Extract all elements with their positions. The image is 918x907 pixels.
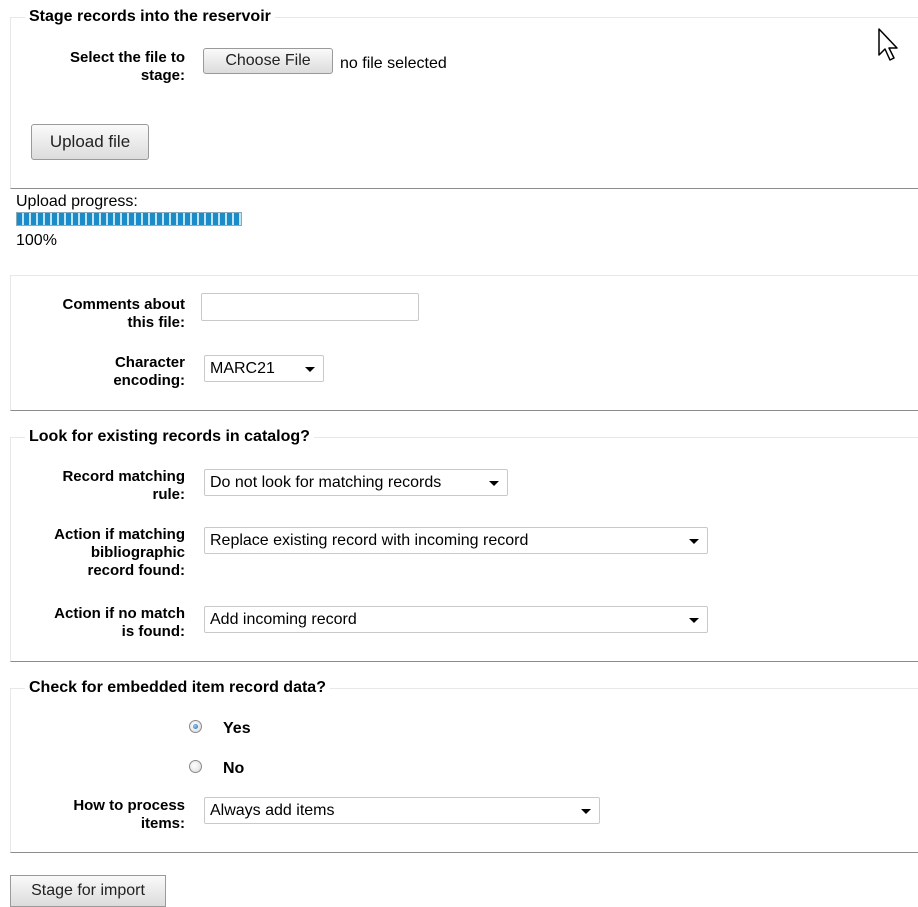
items-fieldset: Check for embedded item record data? Yes… — [10, 679, 918, 853]
chevron-down-icon — [689, 618, 699, 623]
items-legend: Check for embedded item record data? — [25, 679, 330, 697]
mouse-pointer-icon — [878, 28, 898, 61]
process-items-value: Always add items — [210, 802, 335, 819]
upload-progress-bar — [16, 212, 242, 226]
yes-radio-label: Yes — [223, 720, 251, 737]
file-status-text: no file selected — [340, 55, 447, 72]
no-radio-label: No — [223, 760, 245, 777]
chevron-down-icon — [305, 367, 315, 372]
encoding-select[interactable]: MARC21 — [204, 355, 324, 382]
stage-records-legend: Stage records into the reservoir — [25, 8, 275, 26]
comments-label: Comments about this file: — [62, 296, 185, 331]
chevron-down-icon — [489, 481, 499, 486]
upload-progress-fill — [17, 213, 241, 225]
choose-file-button[interactable]: Choose File — [203, 48, 333, 74]
stage-for-import-button[interactable]: Stage for import — [10, 875, 166, 907]
matching-rule-select[interactable]: Do not look for matching records — [204, 469, 508, 496]
stage-records-fieldset: Stage records into the reservoir Select … — [10, 8, 918, 189]
file-options-fieldset: Comments about this file: Character enco… — [10, 275, 918, 411]
matching-rule-value: Do not look for matching records — [210, 474, 442, 491]
encoding-label: Character encoding: — [113, 354, 185, 389]
yes-radio[interactable] — [189, 720, 202, 733]
no-match-action-value: Add incoming record — [210, 611, 357, 628]
file-select-label: Select the file to stage: — [69, 49, 185, 84]
no-match-action-select[interactable]: Add incoming record — [204, 606, 708, 633]
chevron-down-icon — [689, 539, 699, 544]
process-items-select[interactable]: Always add items — [204, 797, 600, 824]
upload-progress-percent: 100% — [16, 232, 57, 249]
matching-rule-label: Record matching rule: — [62, 468, 185, 503]
process-items-label: How to process items: — [73, 797, 185, 832]
upload-progress-label: Upload progress: — [16, 193, 138, 210]
match-found-action-select[interactable]: Replace existing record with incoming re… — [204, 527, 708, 554]
match-found-action-value: Replace existing record with incoming re… — [210, 532, 529, 549]
encoding-select-value: MARC21 — [210, 360, 275, 377]
comments-input[interactable] — [201, 293, 419, 321]
matching-legend: Look for existing records in catalog? — [25, 428, 314, 446]
matching-fieldset: Look for existing records in catalog? Re… — [10, 428, 918, 662]
no-match-action-label: Action if no match is found: — [54, 605, 185, 640]
no-radio[interactable] — [189, 760, 202, 773]
match-found-action-label: Action if matching bibliographic record … — [54, 526, 185, 579]
chevron-down-icon — [581, 809, 591, 814]
upload-file-button[interactable]: Upload file — [31, 124, 149, 160]
